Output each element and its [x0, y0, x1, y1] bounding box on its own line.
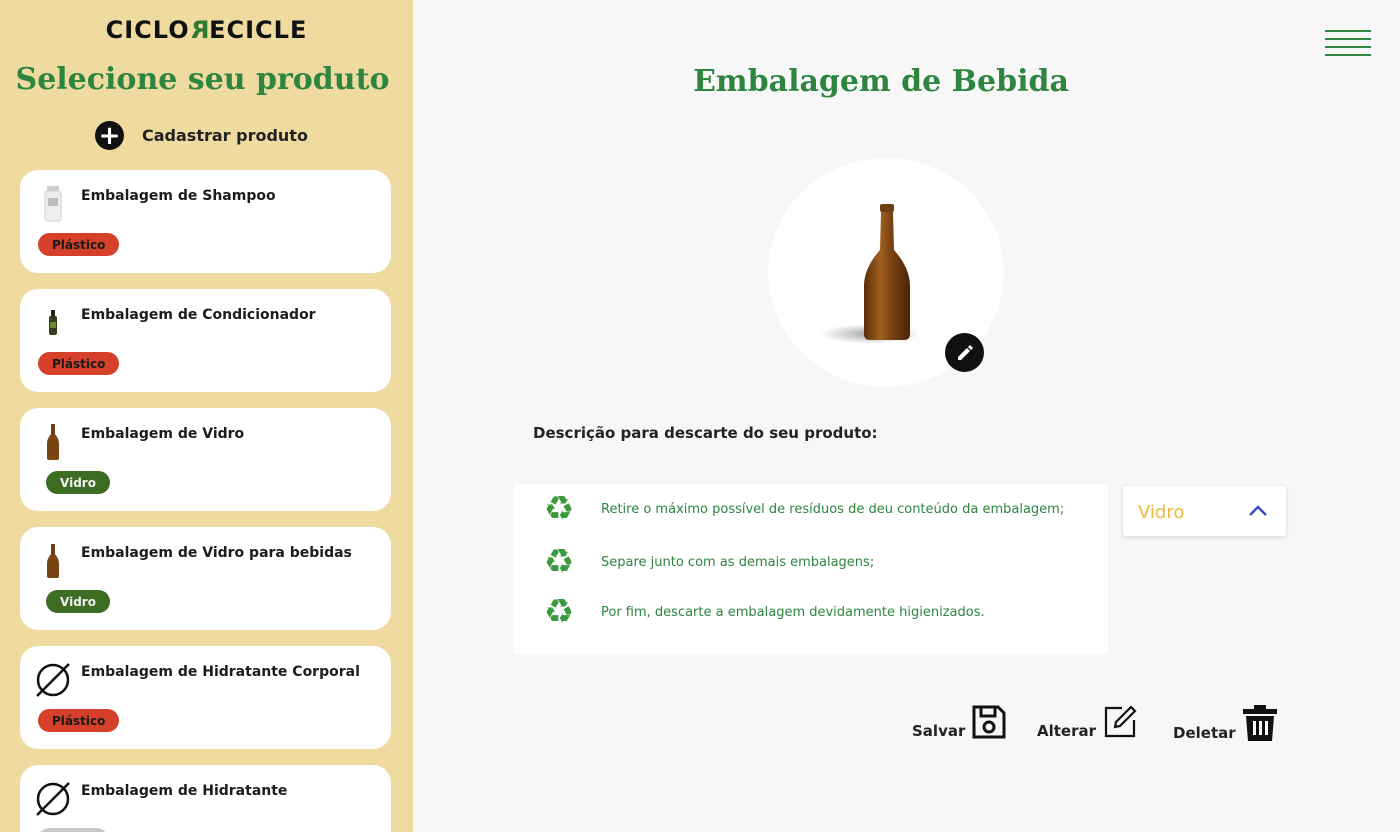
sidebar: CICLORECICLE Selecione seu produto + Cad… — [0, 0, 413, 832]
product-card-shampoo[interactable]: Embalagem de Shampoo Plástico — [20, 170, 391, 273]
product-name: Embalagem de Shampoo — [81, 188, 276, 204]
add-product-label: Cadastrar produto — [142, 126, 308, 145]
step-text: Retire o máximo possível de resíduos de … — [601, 501, 1065, 517]
plus-circle-icon: + — [95, 121, 124, 150]
material-badge: Plástico — [38, 709, 120, 732]
material-badge: Vidro — [46, 590, 110, 613]
product-title: Embalagem de Bebida — [693, 64, 1069, 99]
glass-bottle-thumbnail — [34, 422, 72, 462]
step-item: ♻ Por fim, descarte a embalagem devidame… — [538, 595, 985, 629]
sidebar-title: Selecione seu produto — [15, 62, 390, 97]
step-item: ♻ Separe junto com as demais embalagens; — [538, 545, 874, 579]
small-bottle-thumbnail — [34, 303, 72, 343]
no-image-icon — [34, 779, 72, 819]
recycle-icon: ♻ — [543, 542, 575, 582]
recycle-icon: ♻ — [543, 592, 575, 632]
edit-photo-button[interactable] — [945, 333, 984, 372]
glass-bottle-thumbnail — [34, 541, 72, 581]
chevron-up-icon — [1249, 505, 1267, 516]
product-card-conditioner[interactable]: Embalagem de Condicionador Plástico — [20, 289, 391, 392]
product-card-glass[interactable]: Embalagem de Vidro Vidro — [20, 408, 391, 511]
material-badge: Plástico — [38, 233, 120, 256]
floppy-disk-icon — [972, 705, 1006, 739]
delete-button[interactable]: Deletar — [1173, 704, 1278, 742]
product-name: Embalagem de Hidratante Corporal — [81, 664, 360, 680]
product-name: Embalagem de Hidratante — [81, 783, 288, 799]
product-card-glass-beverage[interactable]: Embalagem de Vidro para bebidas Vidro — [20, 527, 391, 630]
product-card-moisturizer[interactable]: Embalagem de Hidratante — [20, 765, 391, 832]
brand-logo: CICLORECICLE — [105, 16, 308, 44]
add-product-button[interactable]: + Cadastrar produto — [95, 121, 308, 150]
product-name: Embalagem de Condicionador — [81, 307, 316, 323]
material-select-value: Vidro — [1138, 502, 1185, 523]
disposal-steps: ♻ Retire o máximo possível de resíduos d… — [514, 484, 1108, 654]
description-label: Descrição para descarte do seu produto: — [533, 424, 878, 442]
product-name: Embalagem de Vidro para bebidas — [81, 545, 352, 561]
material-badge — [38, 828, 108, 832]
pencil-icon — [957, 344, 973, 360]
edit-button[interactable]: Alterar — [1037, 704, 1138, 740]
shampoo-bottle-thumbnail — [34, 184, 72, 224]
trash-icon — [1242, 705, 1277, 741]
hamburger-menu-icon[interactable] — [1325, 28, 1371, 58]
material-badge: Plástico — [38, 352, 120, 375]
save-label: Salvar — [912, 722, 966, 740]
material-badge: Vidro — [46, 471, 110, 494]
product-name: Embalagem de Vidro — [81, 426, 245, 442]
edit-label: Alterar — [1037, 722, 1097, 740]
save-button[interactable]: Salvar — [912, 704, 1007, 740]
product-card-body-moisturizer[interactable]: Embalagem de Hidratante Corporal Plástic… — [20, 646, 391, 749]
no-image-icon — [34, 660, 72, 700]
step-text: Separe junto com as demais embalagens; — [601, 554, 875, 570]
step-text: Por fim, descarte a embalagem devidament… — [601, 604, 985, 620]
edit-square-icon — [1104, 705, 1137, 738]
delete-label: Deletar — [1173, 724, 1236, 742]
material-select[interactable]: Vidro — [1123, 486, 1286, 536]
recycle-icon: ♻ — [543, 489, 575, 529]
step-item: ♻ Retire o máximo possível de resíduos d… — [538, 492, 1064, 526]
